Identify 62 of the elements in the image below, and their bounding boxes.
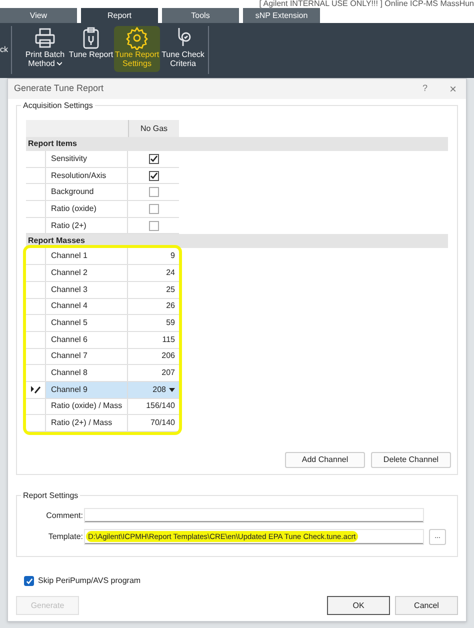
checkbox[interactable]	[24, 576, 34, 586]
table-cell: Ratio (2+) / Mass	[46, 415, 128, 431]
field-label: Comment:	[45, 510, 84, 522]
table-cell: Ratio (2+)	[46, 218, 128, 234]
table-cell: Channel 6	[46, 332, 128, 348]
help-button[interactable]: ?	[418, 82, 432, 96]
ribbon-tab[interactable]: sNP Extension	[243, 8, 320, 23]
channel-button[interactable]: Add Channel	[285, 452, 365, 468]
dialog-title: Generate Tune Report	[14, 82, 105, 96]
close-button[interactable]: ×	[446, 80, 460, 98]
table-cell: 9	[170, 250, 175, 262]
table-cell: 26	[166, 300, 175, 312]
checkbox[interactable]	[148, 154, 158, 164]
checkbox-label: Skip PeriPump/AVS program	[38, 575, 141, 587]
table-cell: Channel 9	[46, 382, 128, 398]
table-cell: Ratio (oxide)	[46, 201, 128, 217]
dialog-button[interactable]: OK	[327, 596, 390, 615]
table-cell: Channel 2	[46, 265, 128, 281]
gear-icon	[125, 26, 149, 50]
table-cell: 24	[166, 266, 175, 279]
checkbox[interactable]	[148, 187, 158, 198]
app-title: [ Agilent INTERNAL USE ONLY!!! ] Online ICP-MS MassHun	[259, 0, 474, 8]
checkbox[interactable]	[148, 170, 158, 181]
table-cell: 208	[152, 384, 166, 396]
table-cell: Channel 1	[46, 248, 128, 264]
ribbon-button[interactable]: Tune Report	[68, 26, 114, 72]
ribbon-tab[interactable]: Report	[81, 8, 158, 23]
table-cell: 59	[166, 317, 175, 330]
table-cell: 115	[162, 334, 175, 346]
printer-icon	[33, 26, 57, 50]
ribbon-button[interactable]: Print Batch Method	[22, 26, 68, 72]
table-cell: Channel 8	[46, 365, 128, 381]
group-title: Acquisition Settings	[21, 100, 95, 112]
section-header: Report Items	[28, 138, 77, 150]
checkbox[interactable]	[148, 204, 158, 214]
table-cell: Sensitivity	[46, 151, 128, 167]
dropdown-caret-icon	[169, 388, 175, 392]
table-cell: Resolution/Axis	[46, 168, 128, 184]
dialog-button[interactable]: Cancel	[395, 596, 458, 615]
table-cell: Background	[46, 184, 128, 200]
channel-button[interactable]: Delete Channel	[371, 452, 451, 468]
ribbon-label: ck	[0, 44, 8, 56]
section-header: Report Masses	[28, 235, 85, 248]
checkbox[interactable]	[148, 220, 158, 231]
table-cell: Channel 7	[46, 348, 128, 364]
edit-pencil-icon	[30, 385, 40, 394]
ribbon-button[interactable]: Tune Check Criteria	[160, 26, 206, 72]
table-cell: Ratio (oxide) / Mass	[46, 398, 128, 414]
table-cell: Channel 5	[46, 315, 128, 331]
table-cell: 70/140	[150, 417, 175, 430]
table-cell: Channel 4	[46, 298, 128, 314]
table-cell: 156/140	[146, 400, 175, 412]
group-title: Report Settings	[21, 490, 80, 502]
table-cell: Channel 3	[46, 282, 128, 298]
table-cell: 25	[166, 284, 175, 296]
ribbon-button[interactable]: Tune Report Settings	[114, 26, 160, 72]
ribbon-tab[interactable]: Tools	[162, 8, 239, 23]
column-header: No Gas	[128, 120, 179, 137]
table-cell: 206	[162, 350, 175, 362]
field-label: Template:	[47, 531, 84, 543]
ribbon-tab[interactable]: View	[0, 8, 77, 23]
table-cell: 207	[162, 367, 175, 380]
